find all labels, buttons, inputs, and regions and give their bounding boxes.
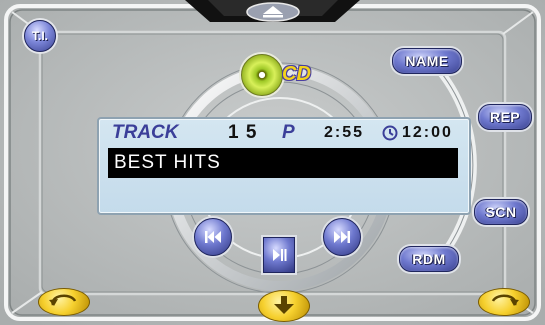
skip-back-icon <box>205 231 221 243</box>
play-mode: P <box>282 122 295 143</box>
rdm-button-label: RDM <box>412 251 446 267</box>
scn-button-label: SCN <box>485 204 517 220</box>
rotate-right-button[interactable] <box>478 288 530 316</box>
clock-time: 12:00 <box>402 124 453 141</box>
rep-button[interactable]: REP <box>478 104 532 130</box>
source-label: CD <box>282 63 311 85</box>
play-pause-icon <box>273 249 287 261</box>
rotate-left-icon <box>49 294 77 306</box>
prev-track-button[interactable] <box>194 218 232 256</box>
disc-icon <box>241 54 283 96</box>
eject-icon[interactable] <box>243 2 303 22</box>
track-number: 1 5 <box>228 122 258 143</box>
track-title: BEST HITS <box>108 148 458 178</box>
scn-button[interactable]: SCN <box>474 199 528 225</box>
name-button-label: NAME <box>405 53 449 69</box>
next-track-button[interactable] <box>323 218 361 256</box>
elapsed-time: 2:55 <box>324 124 365 141</box>
ti-label: T.I. <box>31 29 48 43</box>
track-label: TRACK <box>112 122 179 143</box>
skip-forward-icon <box>334 231 350 243</box>
down-button[interactable] <box>258 290 310 322</box>
down-arrow-icon <box>274 296 294 314</box>
play-pause-button[interactable] <box>263 237 295 273</box>
clock-icon <box>382 125 398 141</box>
car-audio-screen: T.I. CD NAME REP SCN RDM TRACK 1 5 P 2:5… <box>0 0 545 325</box>
name-button[interactable]: NAME <box>392 48 462 74</box>
ti-button[interactable]: T.I. <box>24 20 56 52</box>
rdm-button[interactable]: RDM <box>399 246 459 272</box>
track-info-row: TRACK 1 5 P 2:55 12:00 <box>110 121 460 145</box>
rotate-right-icon <box>491 294 519 306</box>
rep-button-label: REP <box>489 109 521 125</box>
rotate-left-button[interactable] <box>38 288 90 316</box>
